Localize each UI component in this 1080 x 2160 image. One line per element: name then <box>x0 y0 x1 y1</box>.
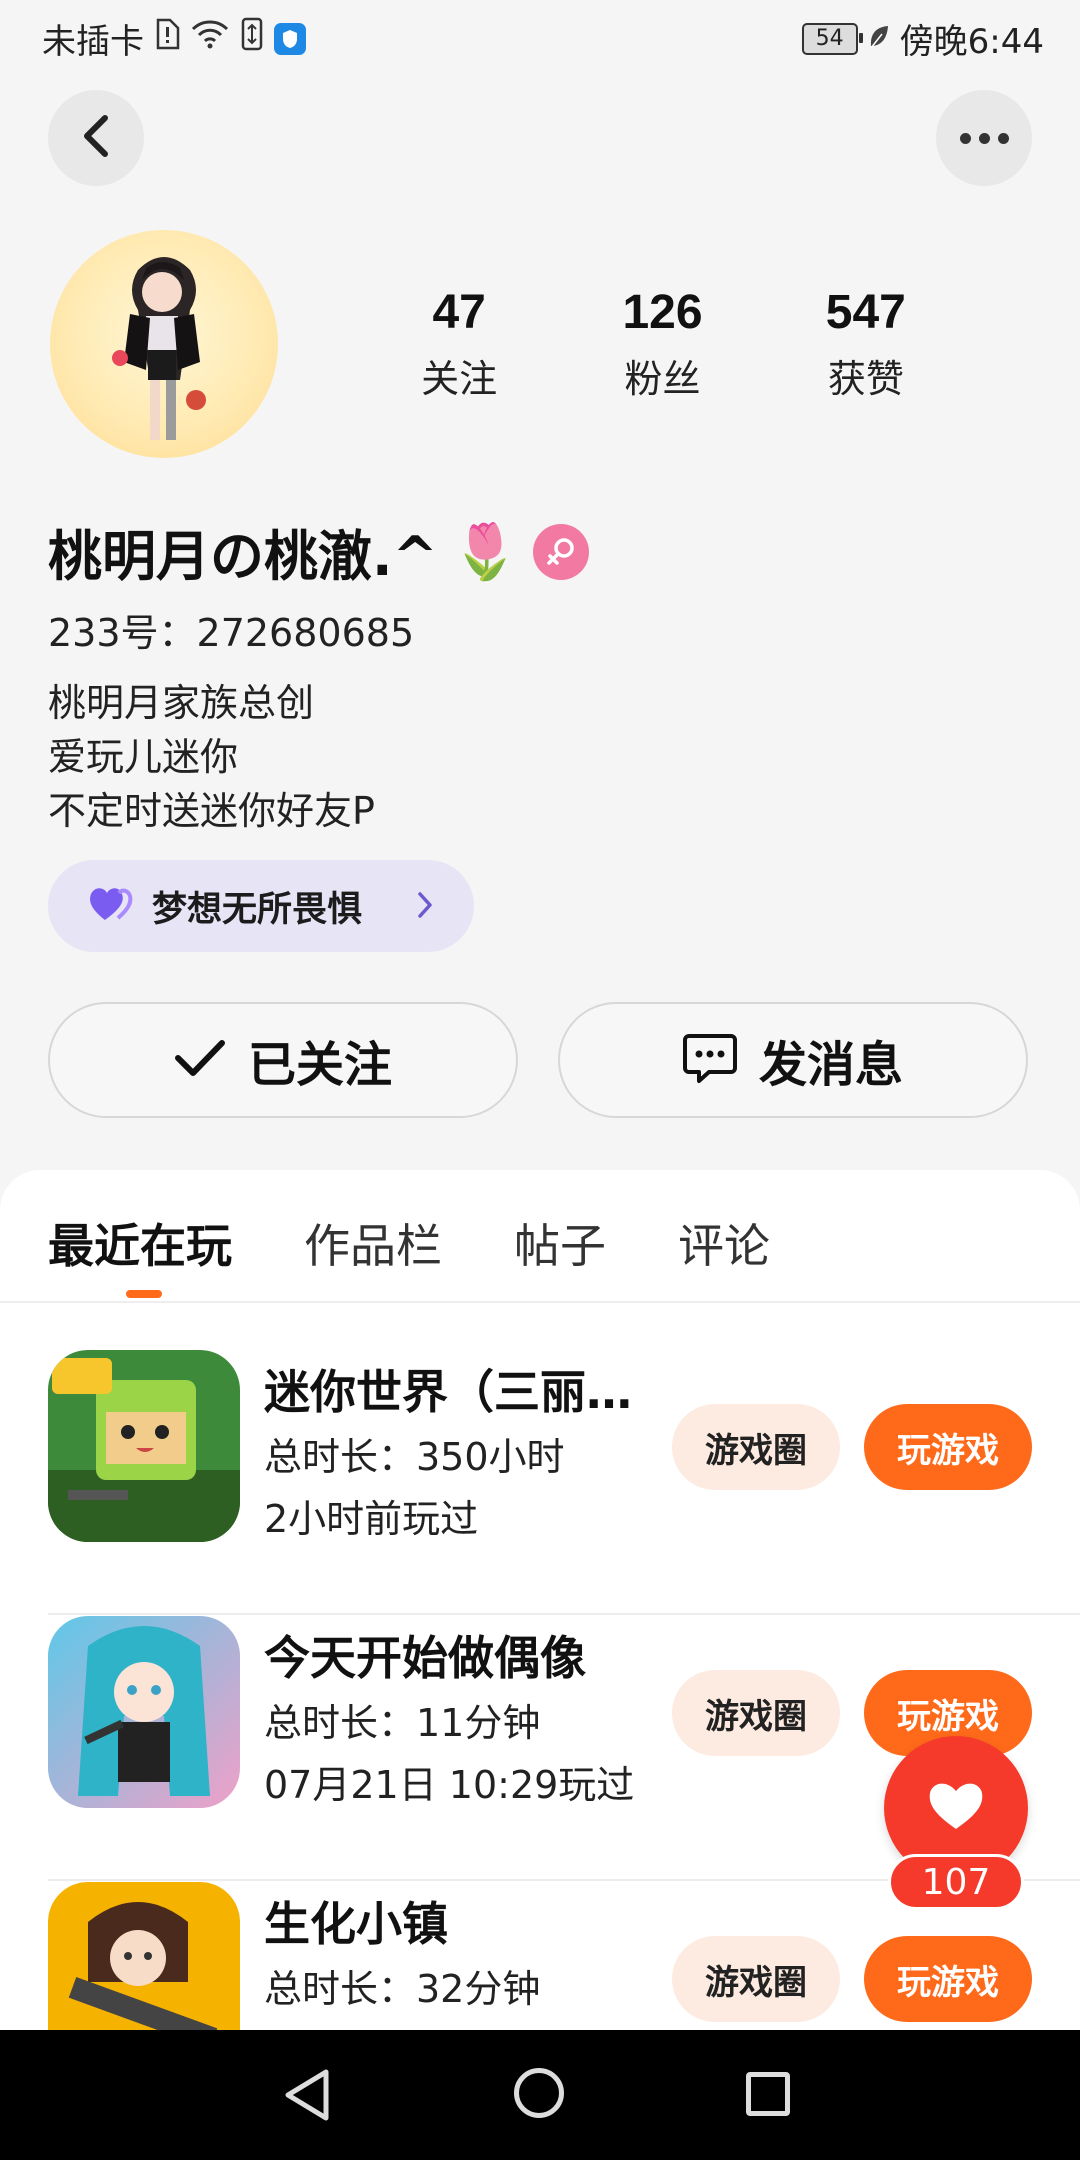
followed-button[interactable]: 已关注 <box>48 1002 518 1118</box>
status-left: 未插卡 <box>42 14 306 63</box>
status-right: 54 傍晚6:44 <box>801 14 1044 63</box>
leaf-icon <box>868 19 890 59</box>
avatar[interactable] <box>50 230 278 458</box>
play-game-button[interactable]: 玩游戏 <box>864 1404 1032 1490</box>
avatar-character-illustration <box>112 257 206 440</box>
bio-line: 桃明月家族总创 <box>48 681 315 725</box>
battery-indicator: 54 <box>801 22 863 55</box>
bio-line: 不定时送迷你好友P <box>48 789 375 833</box>
stat-fans[interactable]: 126 粉丝 <box>558 285 766 403</box>
game-circle-button[interactable]: 游戏圈 <box>672 1404 840 1490</box>
more-options-button[interactable] <box>936 90 1032 186</box>
more-dots-icon <box>959 132 1009 144</box>
nav-recents-square-icon[interactable] <box>746 2072 790 2116</box>
game-title: 迷你世界（三丽… <box>264 1365 632 1419</box>
nav-back-triangle-icon[interactable] <box>282 2068 332 2126</box>
shield-icon <box>274 22 306 55</box>
tab-comments[interactable]: 评论 <box>678 1210 770 1276</box>
game-last-played: 07月21日 10:29玩过 <box>264 1763 635 1807</box>
play-game-button[interactable]: 玩游戏 <box>864 1936 1032 2022</box>
game-title: 生化小镇 <box>264 1897 448 1951</box>
battery-level: 54 <box>815 26 844 51</box>
row-divider <box>48 1613 1080 1615</box>
stat-fans-value: 126 <box>622 286 703 339</box>
tab-recent-playing[interactable]: 最近在玩 <box>48 1210 232 1276</box>
send-message-label: 发消息 <box>758 1037 903 1093</box>
tabs-divider <box>0 1301 1080 1303</box>
system-nav-bar <box>0 2030 1080 2160</box>
tulip-emoji: 🌷 <box>451 519 520 583</box>
clock-text: 傍晚6:44 <box>899 22 1044 62</box>
followed-label: 已关注 <box>247 1037 392 1093</box>
profile-bio: 桃明月家族总创 爱玩儿迷你 不定时送迷你好友P <box>48 676 375 838</box>
game-total-duration: 总时长：32分钟 <box>264 1967 541 2011</box>
family-badge-label: 梦想无所畏惧 <box>152 889 363 930</box>
game-total-duration: 总时长：11分钟 <box>264 1701 541 1745</box>
game-title: 今天开始做偶像 <box>264 1631 586 1685</box>
like-count-badge: 107 <box>888 1854 1024 1910</box>
game-total-duration: 总时长：350小时 <box>264 1435 565 1479</box>
stat-likes[interactable]: 547 获赞 <box>762 285 970 403</box>
stat-fans-label: 粉丝 <box>624 357 701 401</box>
status-bar: 未插卡 54 傍晚6:44 <box>0 0 1080 72</box>
wifi-icon <box>190 18 230 59</box>
chat-bubble-icon <box>682 1032 737 1088</box>
family-badge-pill[interactable]: 梦想无所畏惧 <box>48 860 474 952</box>
send-message-button[interactable]: 发消息 <box>558 1002 1028 1118</box>
sim-alert-icon <box>154 18 180 59</box>
heart-icon <box>926 1779 986 1837</box>
carrier-text: 未插卡 <box>42 22 144 62</box>
game-list-item[interactable]: 迷你世界（三丽… 总时长：350小时 2小时前玩过 游戏圈 玩游戏 <box>0 1350 1080 1615</box>
gender-female-icon <box>533 523 590 580</box>
data-transfer-icon <box>240 17 264 60</box>
bio-line: 爱玩儿迷你 <box>48 735 239 779</box>
stat-following-label: 关注 <box>421 357 498 401</box>
game-last-played: 2小时前玩过 <box>264 1497 479 1541</box>
stat-likes-label: 获赞 <box>827 357 904 401</box>
game-circle-button[interactable]: 游戏圈 <box>672 1670 840 1756</box>
game-circle-button[interactable]: 游戏圈 <box>672 1936 840 2022</box>
user-id: 233号：272680685 <box>48 611 415 655</box>
game-icon-mini-world[interactable] <box>48 1350 240 1542</box>
active-tab-indicator <box>126 1290 162 1298</box>
back-button[interactable] <box>48 90 144 186</box>
stat-likes-value: 547 <box>825 286 906 339</box>
nav-home-circle-icon[interactable] <box>514 2068 564 2118</box>
checkmark-icon <box>174 1038 226 1082</box>
game-icon-idol[interactable] <box>48 1616 240 1808</box>
profile-tabs: 最近在玩 作品栏 帖子 评论 <box>48 1210 842 1276</box>
tab-posts[interactable]: 帖子 <box>514 1210 606 1276</box>
tab-works[interactable]: 作品栏 <box>304 1210 442 1276</box>
stat-following[interactable]: 47 关注 <box>355 285 563 403</box>
profile-nickname: 桃明月の桃澈.^ 🌷 <box>48 512 590 591</box>
profile-stats: 47 关注 126 粉丝 547 获赞 <box>360 285 970 403</box>
chevron-left-icon <box>81 114 111 162</box>
nickname-text: 桃明月の桃澈.^ <box>48 525 438 588</box>
stat-following-value: 47 <box>432 286 486 339</box>
purple-heart-icon <box>88 884 136 928</box>
chevron-right-icon <box>416 890 434 924</box>
game-icon-biochem-town[interactable] <box>48 1882 240 2030</box>
